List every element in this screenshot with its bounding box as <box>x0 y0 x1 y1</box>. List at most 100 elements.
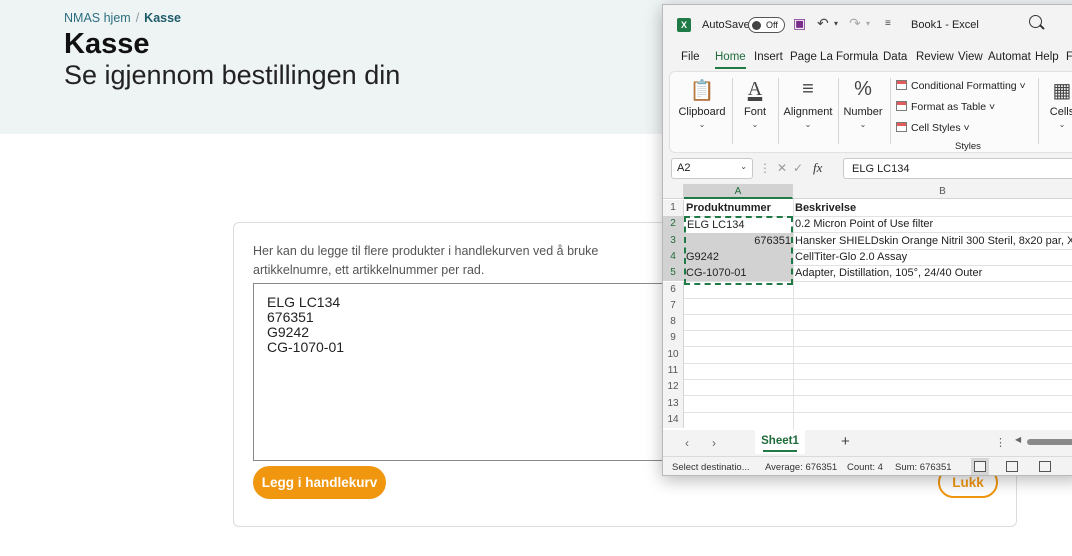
tab-overflow[interactable]: F <box>1066 51 1072 63</box>
ribbon-divider <box>838 78 839 144</box>
save-icon[interactable]: ▣ <box>793 15 806 32</box>
cell-styles-icon <box>896 122 907 132</box>
cell-a1[interactable]: Produktnummer <box>684 200 793 216</box>
alignment-label: Alignment <box>783 106 833 118</box>
cell-a4[interactable]: G9242 <box>684 248 793 265</box>
undo-dropdown-icon[interactable]: ▾ <box>834 19 838 28</box>
formula-input[interactable]: ELG LC134 <box>843 158 1072 179</box>
formula-cancel-enter-icons[interactable]: ⋮✕✓ <box>759 161 809 175</box>
worksheet-grid[interactable]: A B 1 2 3 4 5 6 7 8 9 10 11 12 13 14 Pro… <box>663 184 1072 430</box>
clipboard-group[interactable]: 📋 Clipboard ⌄ <box>674 72 730 154</box>
tab-page-layout[interactable]: Page La <box>790 51 833 63</box>
tab-formulas[interactable]: Formula <box>836 51 878 63</box>
breadcrumb-home-link[interactable]: NMAS hjem <box>64 11 131 25</box>
cell-b5[interactable]: Adapter, Distillation, 105°, 24/40 Outer <box>793 265 1072 281</box>
format-as-table-button[interactable]: Format as Table ˅ <box>896 101 995 113</box>
insert-function-icon[interactable]: fx <box>813 160 822 176</box>
row-header[interactable]: 9 <box>663 330 684 347</box>
row-header[interactable]: 8 <box>663 314 684 331</box>
tab-automate[interactable]: Automat <box>988 51 1031 63</box>
column-header-b[interactable]: B <box>793 184 1072 199</box>
cell-b2[interactable]: 0.2 Micron Point of Use filter <box>793 216 1072 232</box>
ribbon-divider <box>778 78 779 144</box>
font-color-icon: A <box>747 78 763 100</box>
cell-b1[interactable]: Beskrivelse <box>793 200 1072 216</box>
gridline <box>684 346 1072 348</box>
textarea-line: CG-1070-01 <box>267 339 345 355</box>
status-average: Average: 676351 <box>765 462 838 473</box>
row-header[interactable]: 5 <box>663 265 684 282</box>
row-header[interactable]: 14 <box>663 411 684 429</box>
tab-review[interactable]: Review <box>916 51 954 63</box>
tab-file[interactable]: File <box>681 51 700 63</box>
cell-a5[interactable]: CG-1070-01 <box>684 265 793 282</box>
scroll-right-icon[interactable]: › <box>712 436 716 450</box>
gridline <box>684 313 1072 315</box>
conditional-formatting-label: Conditional Formatting <box>911 80 1017 92</box>
textarea-line: 676351 <box>267 309 314 325</box>
search-icon[interactable] <box>1029 15 1042 28</box>
customize-toolbar-icon[interactable]: ≡ <box>885 18 891 29</box>
percent-icon: % <box>854 78 872 100</box>
row-header[interactable]: 13 <box>663 395 684 412</box>
scroll-left-icon[interactable]: ‹ <box>685 436 689 450</box>
article-numbers-textarea[interactable]: ELG LC134 676351 G9242 CG-1070-01 <box>253 283 683 461</box>
row-header[interactable]: 4 <box>663 248 684 266</box>
gridline <box>684 411 1072 413</box>
gridline <box>684 395 1072 397</box>
redo-icon[interactable]: ↷ <box>849 15 861 32</box>
cell-a3[interactable]: 676351 <box>684 232 793 249</box>
alignment-group[interactable]: ≡ Alignment ⌄ <box>780 72 836 154</box>
normal-view-icon[interactable] <box>971 458 989 475</box>
name-box[interactable]: A2 ⌄ <box>671 158 753 179</box>
font-group[interactable]: A Font ⌄ <box>734 72 776 154</box>
row-header[interactable]: 1 <box>663 200 684 217</box>
ribbon-divider <box>890 78 891 144</box>
cells-group[interactable]: ▦ Cells ⌄ <box>1042 72 1072 154</box>
scrollbar-thumb[interactable] <box>1027 439 1072 445</box>
row-header[interactable]: 6 <box>663 281 684 298</box>
font-label: Font <box>743 106 766 118</box>
cell-b3[interactable]: Hansker SHIELDskin Orange Nitril 300 Ste… <box>793 233 1072 249</box>
row-header[interactable]: 10 <box>663 346 684 363</box>
conditional-formatting-button[interactable]: Conditional Formatting ˅ <box>896 80 1026 92</box>
row-header[interactable]: 12 <box>663 379 684 396</box>
tab-data[interactable]: Data <box>883 51 907 63</box>
row-header[interactable]: 2 <box>663 216 684 233</box>
tab-view[interactable]: View <box>958 51 983 63</box>
tab-home[interactable]: Home <box>715 51 746 69</box>
cells-label: Cells <box>1049 106 1072 118</box>
redo-dropdown-icon[interactable]: ▾ <box>866 19 870 28</box>
undo-icon[interactable]: ↶ <box>817 15 829 32</box>
add-sheet-button[interactable]: + <box>841 433 850 450</box>
cell-styles-button[interactable]: Cell Styles ˅ <box>896 122 970 134</box>
add-to-cart-button[interactable]: Legg i handlekurv <box>253 466 386 499</box>
tab-insert[interactable]: Insert <box>754 51 783 63</box>
select-all-corner[interactable] <box>663 184 684 199</box>
status-count: Count: 4 <box>847 462 883 473</box>
scroll-left-arrow-icon[interactable]: ◀ <box>1015 435 1021 444</box>
page-break-view-icon[interactable] <box>1039 461 1051 472</box>
cell-b4[interactable]: CellTiter-Glo 2.0 Assay <box>793 249 1072 265</box>
clipboard-label: Clipboard <box>678 106 726 118</box>
more-options-icon[interactable]: ⋮ <box>995 436 1006 449</box>
status-bar: Select destinatio... Average: 676351 Cou… <box>663 456 1072 475</box>
chevron-down-icon: ⌄ <box>804 120 812 129</box>
number-group[interactable]: % Number ⌄ <box>840 72 886 154</box>
ribbon-divider <box>1038 78 1039 144</box>
horizontal-scrollbar[interactable]: ◀ <box>1015 435 1072 446</box>
page-layout-view-icon[interactable] <box>1006 461 1018 472</box>
gridline <box>684 379 1072 380</box>
row-header[interactable]: 11 <box>663 363 684 380</box>
textarea-line: ELG LC134 <box>267 294 341 310</box>
ribbon: 📋 Clipboard ⌄ A Font ⌄ ≡ Alignment ⌄ % N… <box>669 71 1072 153</box>
gridline <box>684 362 1072 364</box>
sheet-tab[interactable]: Sheet1 <box>755 430 805 454</box>
column-header-a[interactable]: A <box>684 184 793 199</box>
row-header[interactable]: 7 <box>663 297 684 315</box>
formula-bar: A2 ⌄ ⋮✕✓ fx ELG LC134 <box>663 157 1072 182</box>
cell-a2[interactable]: ELG LC134 <box>685 217 792 233</box>
row-header[interactable]: 3 <box>663 232 684 249</box>
autosave-toggle[interactable]: Off <box>748 17 785 33</box>
tab-help[interactable]: Help <box>1035 51 1059 63</box>
